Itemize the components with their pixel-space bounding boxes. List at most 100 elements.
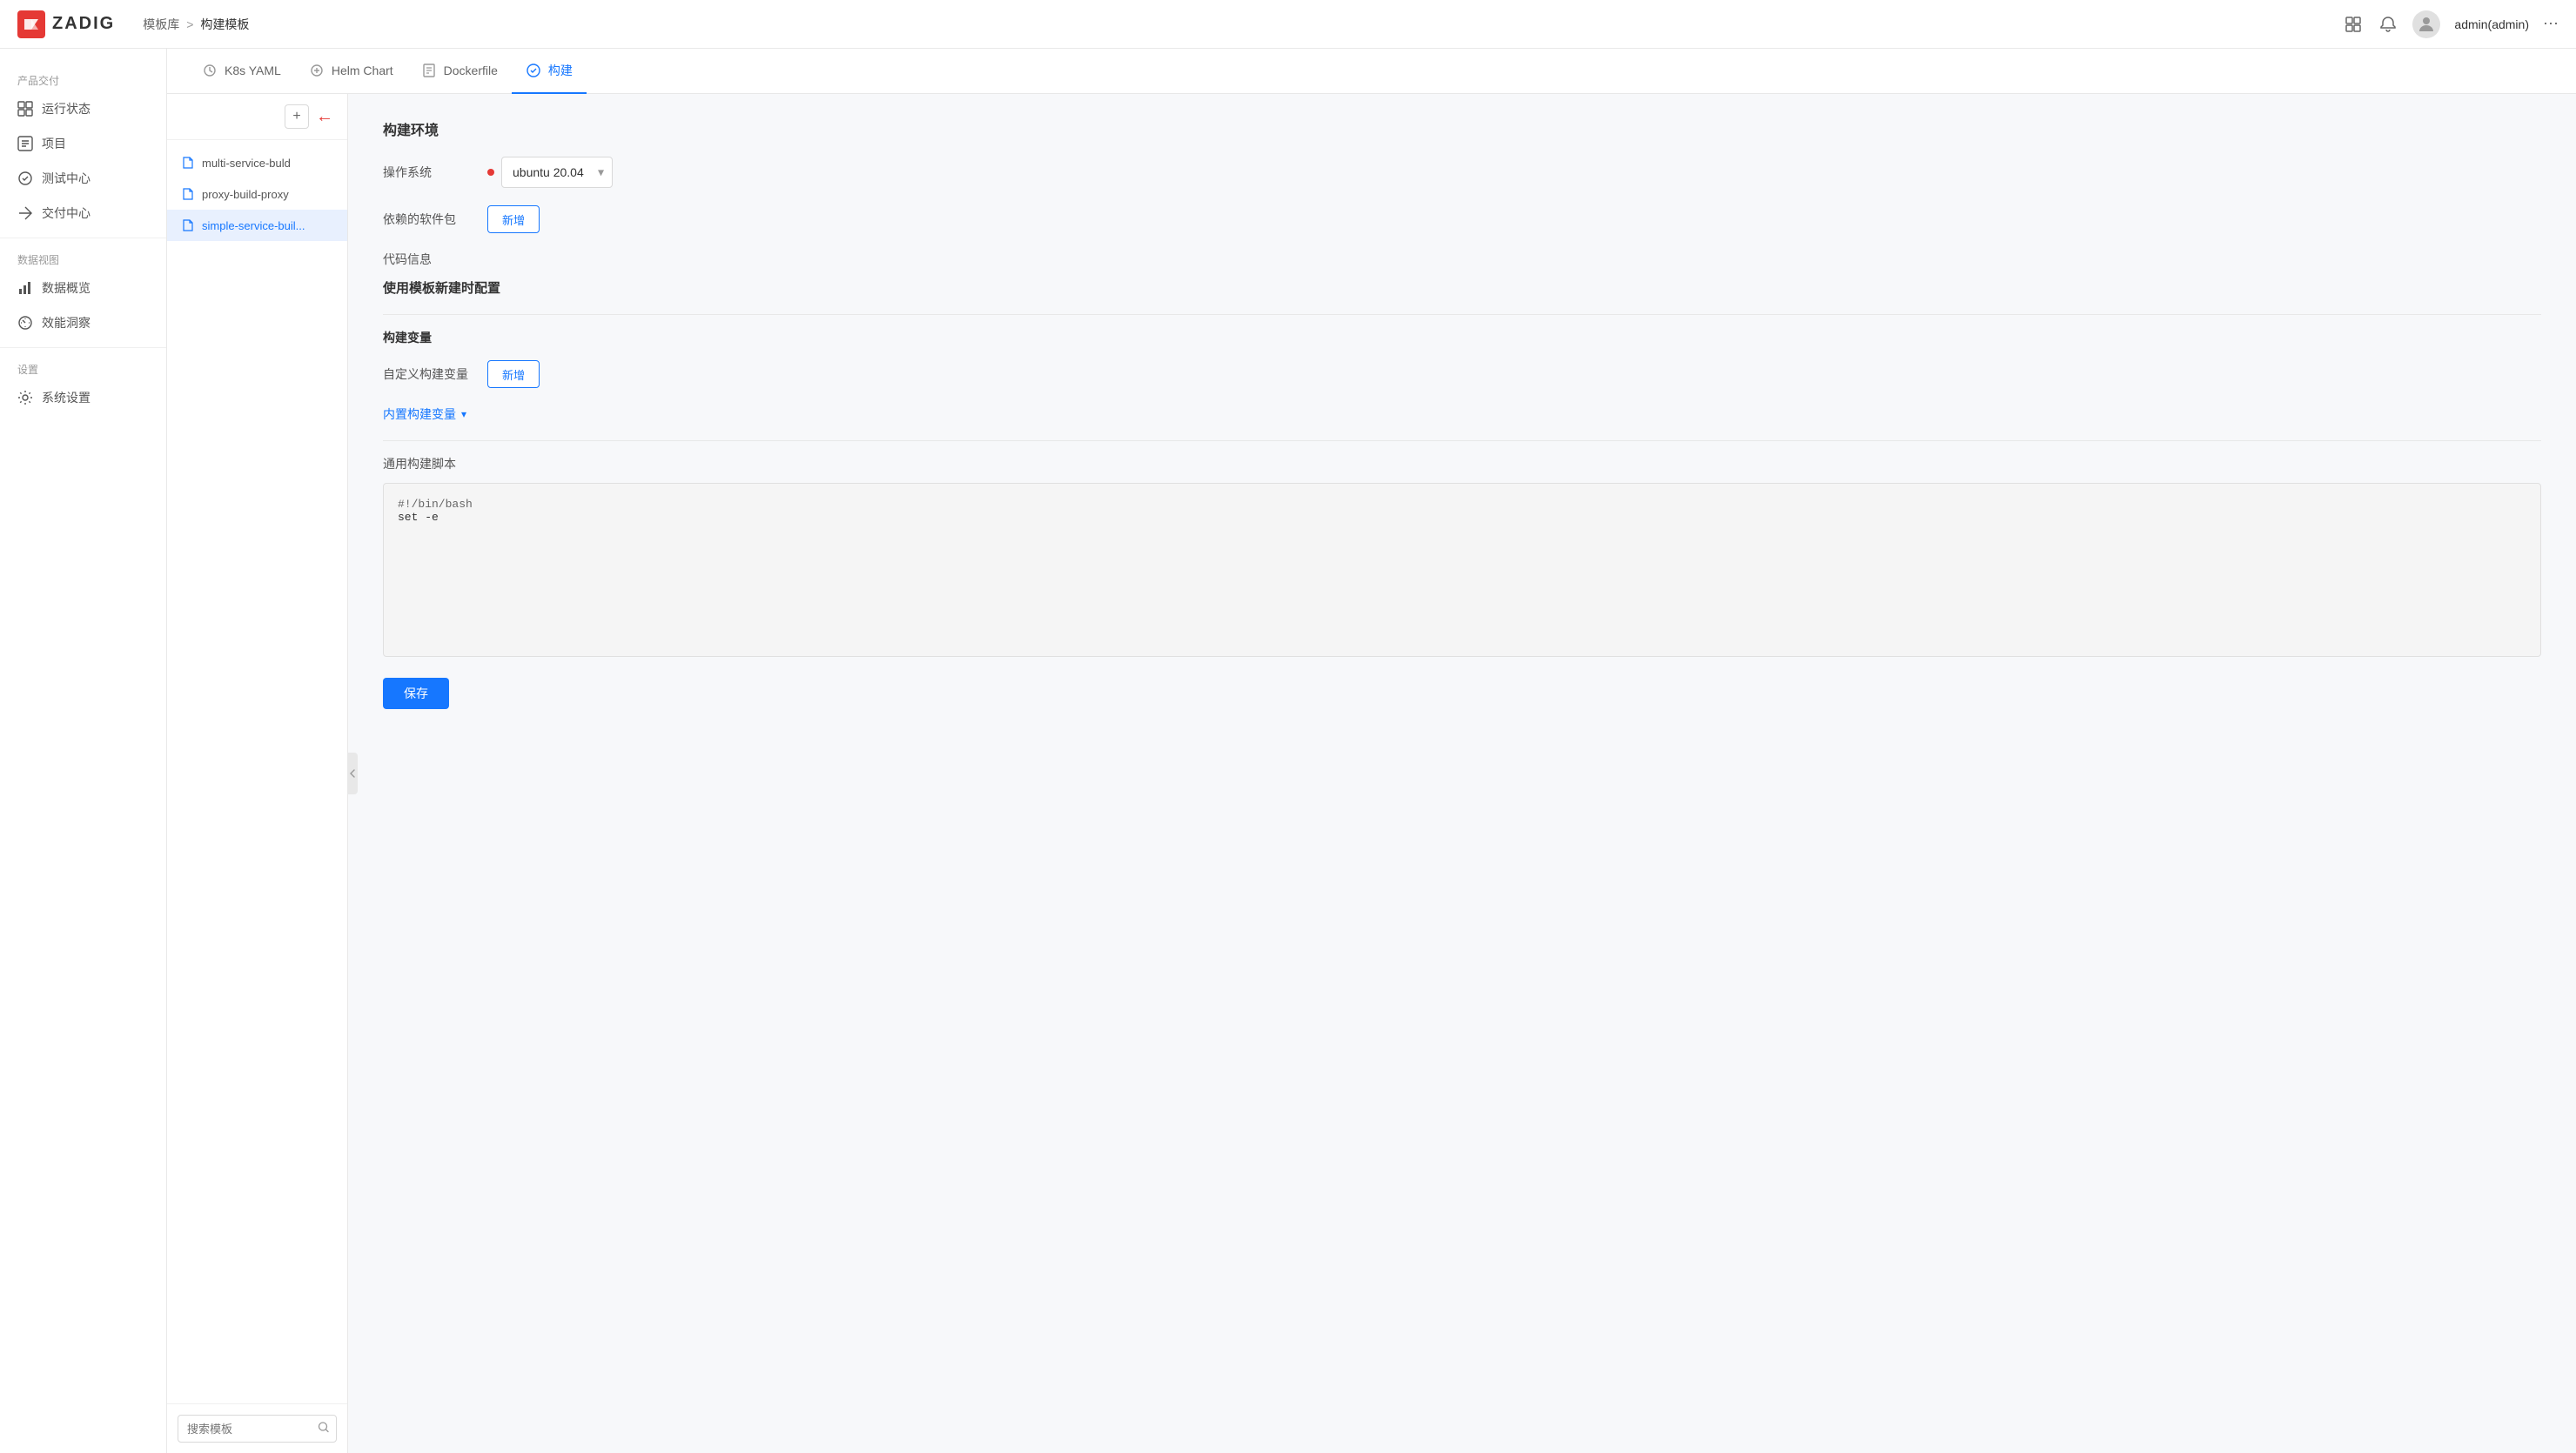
sidebar-label-test: 测试中心 bbox=[42, 170, 91, 187]
os-select-row: ubuntu 20.04 ubuntu 18.04 ubuntu 16.04 ▾ bbox=[487, 157, 2541, 188]
header: ZADIG 模板库 > 构建模板 bbox=[0, 0, 2576, 49]
add-template-button[interactable]: + bbox=[285, 104, 309, 129]
code-editor[interactable]: #!/bin/bash set -e bbox=[383, 483, 2541, 657]
code-info-label: 代码信息 bbox=[383, 251, 2541, 268]
sidebar-label-projects: 项目 bbox=[42, 135, 66, 152]
tab-build[interactable]: 构建 bbox=[512, 49, 587, 94]
sidebar-item-data-overview[interactable]: 数据概览 bbox=[0, 271, 166, 305]
search-input-wrap bbox=[178, 1415, 337, 1443]
header-right: admin(admin) ⋯ bbox=[2343, 10, 2559, 38]
data-overview-icon bbox=[17, 280, 33, 296]
script-line-2: set -e bbox=[398, 511, 2526, 524]
sidebar-label-perf: 效能洞察 bbox=[42, 314, 91, 331]
logo-text: ZADIG bbox=[52, 14, 115, 34]
build-vars-title: 构建变量 bbox=[383, 329, 2541, 346]
sidebar-label-run-status: 运行状态 bbox=[42, 100, 91, 117]
build-icon bbox=[526, 63, 541, 78]
header-left: ZADIG 模板库 > 构建模板 bbox=[17, 10, 249, 38]
sidebar: 产品交付 运行状态 项目 bbox=[0, 49, 167, 1453]
bell-icon[interactable] bbox=[2378, 14, 2398, 35]
form-row-os: 操作系统 ubuntu 20.04 ubuntu 18.04 ubuntu 16… bbox=[383, 157, 2541, 188]
control-deps: 新增 bbox=[487, 205, 2541, 233]
logo: ZADIG bbox=[17, 10, 115, 38]
script-line-1: #!/bin/bash bbox=[398, 498, 2526, 511]
template-file-icon-1 bbox=[181, 156, 195, 170]
tabs-bar: K8s YAML Helm Chart Dockerfile bbox=[167, 49, 2576, 94]
test-icon bbox=[17, 171, 33, 186]
label-deps: 依赖的软件包 bbox=[383, 211, 487, 228]
left-panel-footer bbox=[167, 1403, 347, 1453]
divider-2 bbox=[383, 440, 2541, 441]
sidebar-item-run-status[interactable]: 运行状态 bbox=[0, 91, 166, 126]
content-area: K8s YAML Helm Chart Dockerfile bbox=[167, 49, 2576, 1453]
more-icon[interactable]: ⋯ bbox=[2543, 15, 2559, 33]
section-title-build-env: 构建环境 bbox=[383, 118, 2541, 139]
config-tip: 使用模板新建时配置 bbox=[383, 278, 2541, 297]
breadcrumb: 模板库 > 构建模板 bbox=[143, 16, 249, 33]
template-name-2: proxy-build-proxy bbox=[202, 188, 289, 201]
control-custom-vars: 新增 bbox=[487, 360, 2541, 388]
arrow-indicator: ← bbox=[316, 107, 333, 127]
logo-icon bbox=[17, 10, 45, 38]
panel-layout: + ← multi-service-buld bbox=[167, 94, 2576, 1453]
left-panel: + ← multi-service-buld bbox=[167, 94, 348, 1453]
sidebar-label-delivery: 交付中心 bbox=[42, 204, 91, 222]
add-dep-button[interactable]: 新增 bbox=[487, 205, 540, 233]
main-layout: 产品交付 运行状态 项目 bbox=[0, 49, 2576, 1453]
template-name-3: simple-service-buil... bbox=[202, 219, 305, 232]
sidebar-item-perf[interactable]: 效能洞察 bbox=[0, 305, 166, 340]
divider-1 bbox=[383, 314, 2541, 315]
builtin-vars-toggle[interactable]: 内置构建变量 ▾ bbox=[383, 405, 2541, 423]
os-select[interactable]: ubuntu 20.04 ubuntu 18.04 ubuntu 16.04 bbox=[501, 157, 613, 188]
template-name-1: multi-service-buld bbox=[202, 157, 291, 170]
script-section-title: 通用构建脚本 bbox=[383, 455, 2541, 472]
tab-dockerfile[interactable]: Dockerfile bbox=[407, 49, 512, 94]
section-label-settings: 设置 bbox=[0, 355, 166, 380]
projects-icon bbox=[17, 136, 33, 151]
delivery-icon bbox=[17, 205, 33, 221]
collapse-handle[interactable] bbox=[347, 753, 358, 794]
sidebar-item-delivery[interactable]: 交付中心 bbox=[0, 196, 166, 231]
user-name: admin(admin) bbox=[2454, 17, 2529, 31]
layout-icon[interactable] bbox=[2343, 14, 2364, 35]
settings-icon bbox=[17, 390, 33, 405]
template-item-3[interactable]: simple-service-buil... bbox=[167, 210, 347, 241]
search-icon[interactable] bbox=[318, 1422, 330, 1436]
sidebar-item-projects[interactable]: 项目 bbox=[0, 126, 166, 161]
chevron-down-icon: ▾ bbox=[461, 408, 466, 420]
os-status-dot bbox=[487, 169, 494, 176]
control-os: ubuntu 20.04 ubuntu 18.04 ubuntu 16.04 ▾ bbox=[487, 157, 2541, 188]
helm-chart-icon bbox=[309, 63, 325, 78]
os-select-wrap: ubuntu 20.04 ubuntu 18.04 ubuntu 16.04 ▾ bbox=[501, 157, 613, 188]
sidebar-label-data-overview: 数据概览 bbox=[42, 279, 91, 297]
form-row-custom-vars: 自定义构建变量 新增 bbox=[383, 360, 2541, 388]
builtin-vars-label: 内置构建变量 bbox=[383, 405, 456, 423]
breadcrumb-current: 构建模板 bbox=[200, 16, 249, 33]
template-list: multi-service-buld proxy-build-proxy bbox=[167, 140, 347, 1403]
template-file-icon-2 bbox=[181, 187, 195, 201]
right-panel: 构建环境 操作系统 ubuntu 20.04 ubuntu 18.04 bbox=[348, 94, 2576, 1453]
template-item-2[interactable]: proxy-build-proxy bbox=[167, 178, 347, 210]
run-status-icon bbox=[17, 101, 33, 117]
add-var-button[interactable]: 新增 bbox=[487, 360, 540, 388]
template-file-icon-3 bbox=[181, 218, 195, 232]
save-button[interactable]: 保存 bbox=[383, 678, 449, 709]
template-item[interactable]: multi-service-buld bbox=[167, 147, 347, 178]
tab-helm-chart[interactable]: Helm Chart bbox=[295, 49, 407, 94]
section-label-data: 数据视图 bbox=[0, 245, 166, 271]
perf-icon bbox=[17, 315, 33, 331]
label-os: 操作系统 bbox=[383, 164, 487, 181]
left-panel-header: + ← bbox=[167, 94, 347, 140]
sidebar-item-test[interactable]: 测试中心 bbox=[0, 161, 166, 196]
form-row-deps: 依赖的软件包 新增 bbox=[383, 205, 2541, 233]
breadcrumb-separator: > bbox=[186, 17, 193, 31]
tab-k8s-yaml[interactable]: K8s YAML bbox=[188, 49, 295, 94]
avatar bbox=[2412, 10, 2440, 38]
dockerfile-icon bbox=[421, 63, 437, 78]
sidebar-item-sys-settings[interactable]: 系统设置 bbox=[0, 380, 166, 415]
k8s-yaml-icon bbox=[202, 63, 218, 78]
breadcrumb-root: 模板库 bbox=[143, 16, 179, 33]
sidebar-label-sys-settings: 系统设置 bbox=[42, 389, 91, 406]
search-input[interactable] bbox=[178, 1415, 337, 1443]
section-label-product: 产品交付 bbox=[0, 66, 166, 91]
